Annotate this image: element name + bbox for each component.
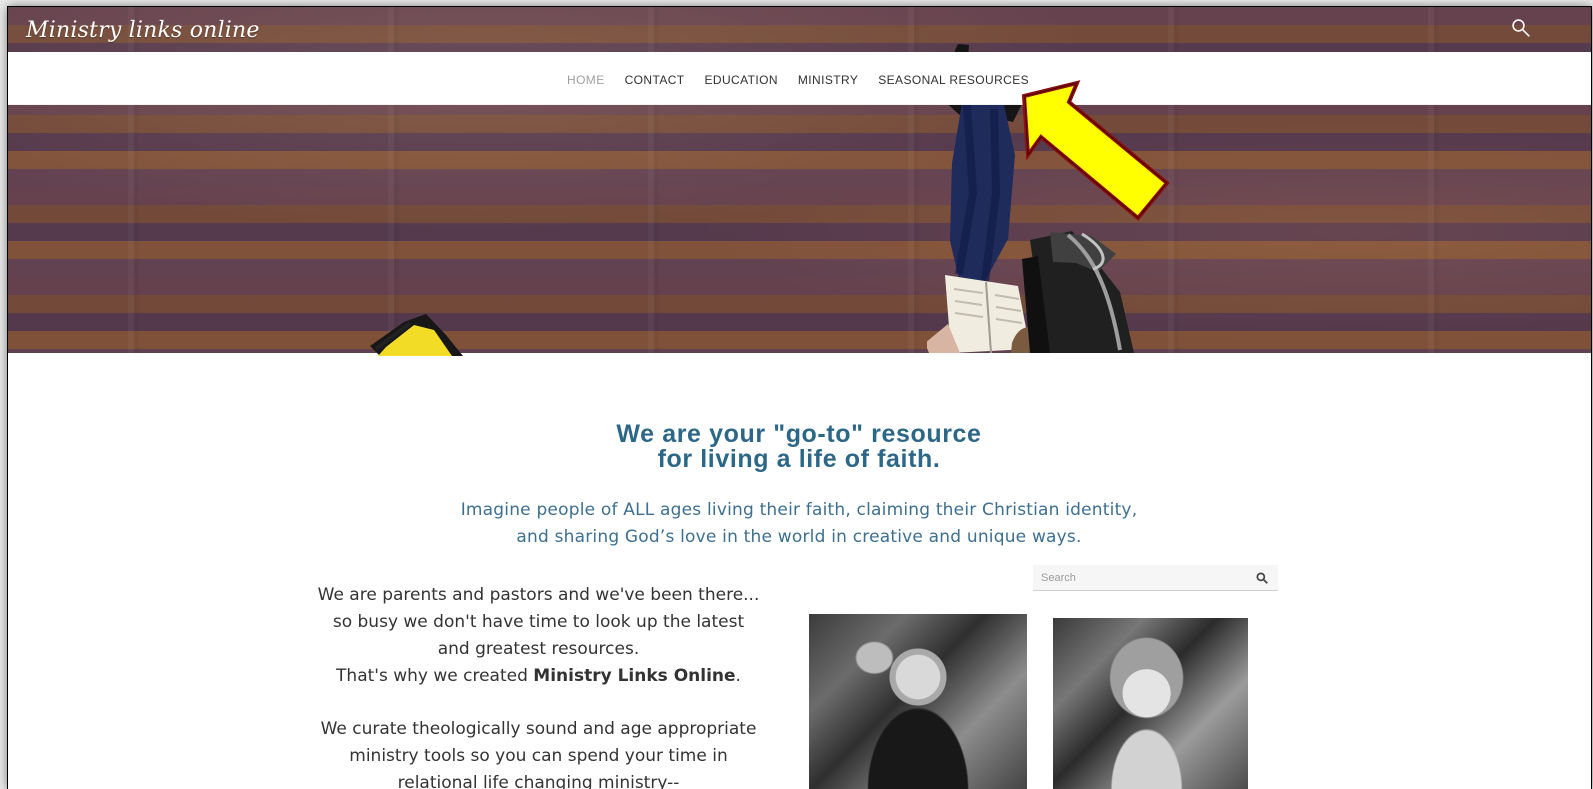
intro-line-3: and greatest resources. <box>437 639 640 659</box>
intro-line-5: We curate theologically sound and age ap… <box>320 719 757 739</box>
intro-line-1: We are parents and pastors and we've bee… <box>317 585 760 605</box>
nav-seasonal-resources-link[interactable]: SEASONAL RESOURCES <box>878 73 1029 87</box>
headline-line-2: for living a life of faith. <box>657 444 941 473</box>
nav-education-link[interactable]: EDUCATION <box>705 73 778 87</box>
intro-line-4-start: That's why we created <box>336 666 534 686</box>
nav-links: HOME CONTACT EDUCATION MINISTRY SEASONAL… <box>567 72 1029 88</box>
intro-line-4: That's why we created Ministry Links Onl… <box>305 663 772 690</box>
nav-ministry-link[interactable]: MINISTRY <box>798 73 858 87</box>
subheadline-line-1: Imagine people of ALL ages living their … <box>460 500 1138 520</box>
intro-line-2: so busy we don't have time to look up th… <box>332 612 745 632</box>
yellow-notebook-image <box>370 314 463 356</box>
site-title[interactable]: Ministry links online <box>26 18 260 43</box>
browser-page: Ministry links online HOME CONTACT EDUCA… <box>8 7 1591 789</box>
headline-bold-text: go-to" resource <box>785 419 982 448</box>
main-navigation: HOME CONTACT EDUCATION MINISTRY SEASONAL… <box>8 52 1591 105</box>
search-icon[interactable] <box>1255 571 1269 585</box>
intro-line-4-end: . <box>735 666 741 686</box>
hero-banner: Ministry links online HOME CONTACT EDUCA… <box>8 7 1591 356</box>
man-profile-photo <box>809 614 1027 789</box>
search-icon[interactable] <box>1511 18 1531 38</box>
ministry-links-online-bold: Ministry Links Online <box>533 666 736 686</box>
annotation-arrow-icon <box>1021 80 1170 221</box>
subheadline-line-2: and sharing God’s love in the world in c… <box>516 527 1082 547</box>
headline-line-1: We are your "go-to" resource <box>569 419 1029 448</box>
sidebar-search-input[interactable] <box>1033 565 1251 590</box>
intro-line-7: relational life changing ministry-- <box>397 773 680 789</box>
nav-home-link[interactable]: HOME <box>567 73 605 87</box>
hero-subheadline: Imagine people of ALL ages living their … <box>441 497 1157 551</box>
nav-contact-link[interactable]: CONTACT <box>625 73 685 87</box>
intro-line-6: ministry tools so you can spend your tim… <box>349 746 728 766</box>
main-content: We are your "go-to" resource for living … <box>8 353 1591 789</box>
headline-prefix: We are your " <box>616 419 786 448</box>
hero-headline: We are your "go-to" resource for living … <box>569 419 1029 473</box>
woman-profile-photo <box>1053 618 1248 789</box>
intro-copy: We are parents and pastors and we've bee… <box>305 582 772 789</box>
sidebar-search-form <box>1033 565 1278 591</box>
